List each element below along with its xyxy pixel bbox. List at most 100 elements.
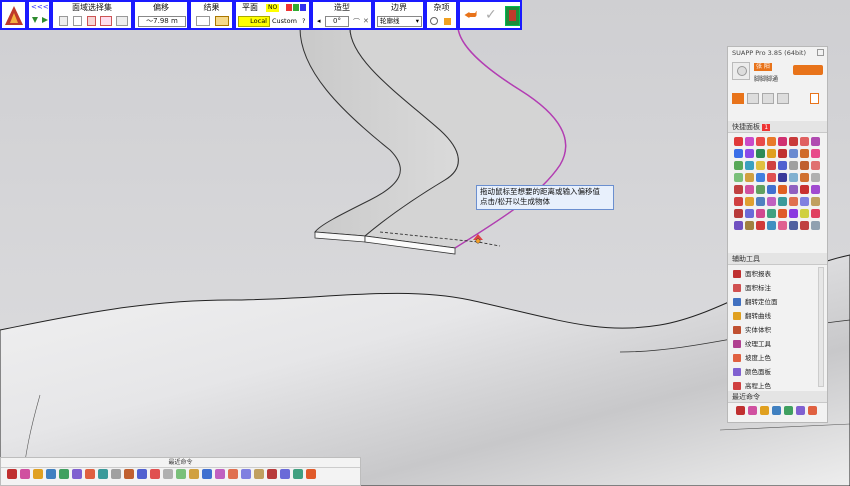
recent-tool-icon[interactable] xyxy=(280,469,290,479)
tool-icon[interactable] xyxy=(811,197,820,206)
recent-tool-icon[interactable] xyxy=(189,469,199,479)
plane-help-button[interactable]: ? xyxy=(302,16,305,27)
tool-icon[interactable] xyxy=(756,209,765,218)
recent-tool-icon[interactable] xyxy=(267,469,277,479)
tool-icon[interactable] xyxy=(767,137,776,146)
recent-tool-icon[interactable] xyxy=(111,469,121,479)
tool-icon[interactable] xyxy=(789,149,798,158)
recent-tool-icon[interactable] xyxy=(85,469,95,479)
tool-icon[interactable] xyxy=(734,185,743,194)
tool-icon[interactable] xyxy=(767,221,776,230)
recent-tool-icon[interactable] xyxy=(98,469,108,479)
tool-icon[interactable] xyxy=(800,137,809,146)
nav-down-icon[interactable] xyxy=(32,17,38,23)
recent-tool-icon[interactable] xyxy=(163,469,173,479)
tool-icon[interactable] xyxy=(778,185,787,194)
recent-tool-icon[interactable] xyxy=(33,469,43,479)
result-face-icon[interactable] xyxy=(196,16,210,26)
plane-no-toggle[interactable]: NO xyxy=(266,4,280,12)
tool-icon[interactable] xyxy=(800,161,809,170)
close-icon[interactable] xyxy=(817,49,824,56)
tool-icon[interactable] xyxy=(745,197,754,206)
list-item[interactable]: 实体体积 xyxy=(733,323,817,337)
suapp-brand-logo[interactable] xyxy=(793,65,823,75)
recent-header[interactable]: 最近命令 xyxy=(728,391,827,403)
tool-icon[interactable] xyxy=(756,161,765,170)
list-icon[interactable] xyxy=(747,93,759,104)
recent-tool-icon[interactable] xyxy=(796,406,805,415)
tool-icon[interactable] xyxy=(745,209,754,218)
tool-icon[interactable] xyxy=(778,173,787,182)
recent-tool-icon[interactable] xyxy=(20,469,30,479)
recent-tool-icon[interactable] xyxy=(59,469,69,479)
recent-tool-icon[interactable] xyxy=(306,469,316,479)
tool-icon[interactable] xyxy=(745,161,754,170)
home-icon[interactable] xyxy=(732,93,744,104)
select-clear-icon[interactable] xyxy=(73,16,82,26)
search-icon[interactable] xyxy=(777,93,789,104)
tool-icon[interactable] xyxy=(811,185,820,194)
tool-icon[interactable] xyxy=(756,173,765,182)
recent-tool-icon[interactable] xyxy=(784,406,793,415)
nav-right-icon[interactable] xyxy=(42,17,48,23)
tool-icon[interactable] xyxy=(734,209,743,218)
recent-tool-icon[interactable] xyxy=(228,469,238,479)
list-item[interactable]: 颜色面板 xyxy=(733,365,817,379)
recent-tool-icon[interactable] xyxy=(176,469,186,479)
app-logo-group[interactable] xyxy=(0,0,27,30)
tool-icon[interactable] xyxy=(800,209,809,218)
scrollbar[interactable] xyxy=(818,267,824,387)
tool-icon[interactable] xyxy=(734,137,743,146)
select-remove-icon[interactable] xyxy=(59,16,68,26)
shape-curve-icon[interactable]: ⌒ xyxy=(353,17,360,27)
recent-tool-icon[interactable] xyxy=(808,406,817,415)
tool-icon[interactable] xyxy=(778,149,787,158)
tool-icon[interactable] xyxy=(800,185,809,194)
recent-tool-icon[interactable] xyxy=(124,469,134,479)
plane-custom-label[interactable]: Custom xyxy=(272,16,297,27)
shape-close-icon[interactable]: ✕ xyxy=(363,17,369,25)
tool-icon[interactable] xyxy=(756,197,765,206)
tool-icon[interactable] xyxy=(778,197,787,206)
nav-arrows[interactable]: <<< xyxy=(31,3,49,11)
tool-icon[interactable] xyxy=(745,173,754,182)
tool-icon[interactable] xyxy=(767,173,776,182)
tool-icon[interactable] xyxy=(789,161,798,170)
list-item[interactable]: 纹理工具 xyxy=(733,337,817,351)
tool-icon[interactable] xyxy=(767,209,776,218)
select-add-icon[interactable] xyxy=(87,16,96,26)
tool-icon[interactable] xyxy=(811,209,820,218)
tool-icon[interactable] xyxy=(800,197,809,206)
recent-tool-icon[interactable] xyxy=(293,469,303,479)
tool-icon[interactable] xyxy=(745,137,754,146)
model-viewport[interactable] xyxy=(0,0,850,486)
axis-x-icon[interactable] xyxy=(286,4,292,11)
recent-tool-icon[interactable] xyxy=(748,406,757,415)
select-grid-icon[interactable] xyxy=(100,16,112,26)
recent-tool-icon[interactable] xyxy=(46,469,56,479)
misc-refresh-icon[interactable] xyxy=(430,17,438,25)
exit-door-icon[interactable] xyxy=(505,6,520,26)
tool-icon[interactable] xyxy=(767,197,776,206)
tool-icon[interactable] xyxy=(811,161,820,170)
tool-icon[interactable] xyxy=(778,137,787,146)
recent-tool-icon[interactable] xyxy=(736,406,745,415)
recent-tool-icon[interactable] xyxy=(254,469,264,479)
tool-icon[interactable] xyxy=(756,137,765,146)
tool-icon[interactable] xyxy=(734,173,743,182)
tool-icon[interactable] xyxy=(789,185,798,194)
tool-icon[interactable] xyxy=(789,209,798,218)
tool-icon[interactable] xyxy=(745,185,754,194)
menu-icon[interactable] xyxy=(810,93,819,104)
tool-icon[interactable] xyxy=(756,149,765,158)
tool-icon[interactable] xyxy=(789,197,798,206)
select-list-icon[interactable] xyxy=(116,16,128,26)
list-item[interactable]: 坡度上色 xyxy=(733,351,817,365)
shape-prev-icon[interactable]: ◂ xyxy=(317,17,321,25)
tool-icon[interactable] xyxy=(811,221,820,230)
plane-local-toggle[interactable]: Local xyxy=(238,16,270,27)
tool-icon[interactable] xyxy=(767,185,776,194)
tool-icon[interactable] xyxy=(734,161,743,170)
list-item[interactable]: 面积标注 xyxy=(733,281,817,295)
recent-tool-icon[interactable] xyxy=(7,469,17,479)
